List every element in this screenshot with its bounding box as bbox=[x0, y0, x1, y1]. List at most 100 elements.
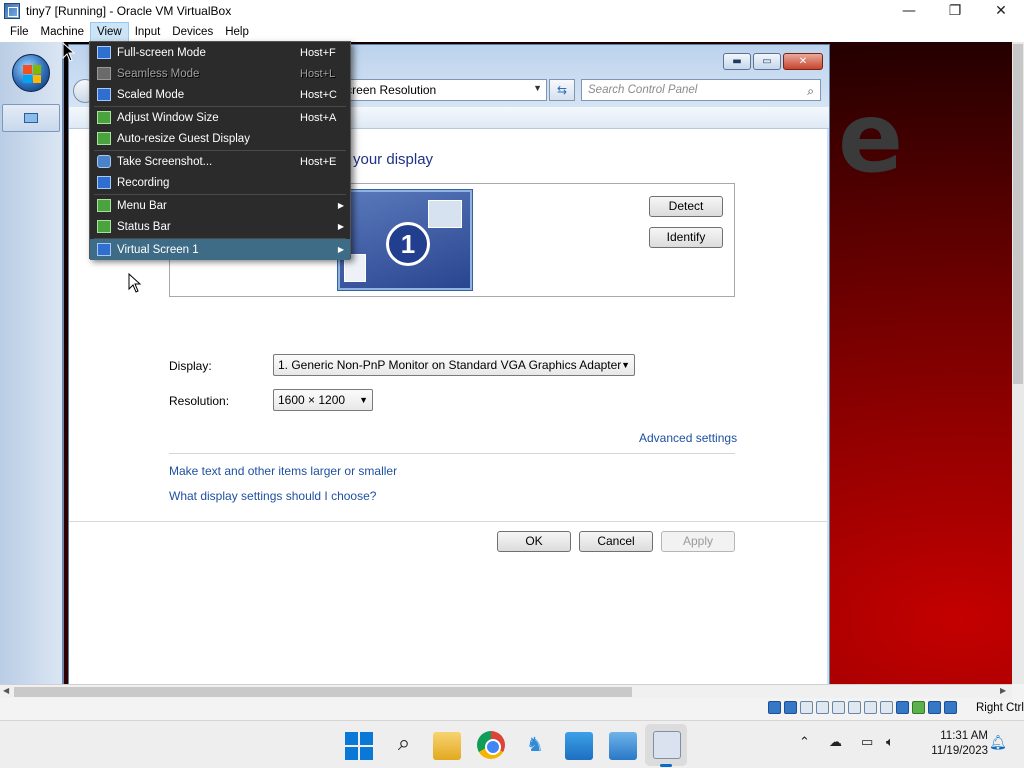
guest-additions-icon[interactable] bbox=[912, 701, 925, 714]
resolution-select[interactable]: 1600 × 1200 ▼ bbox=[273, 389, 373, 411]
audio-icon[interactable] bbox=[800, 701, 813, 714]
refresh-icon[interactable]: ⇆ bbox=[549, 79, 575, 101]
display-help-link[interactable]: What display settings should I choose? bbox=[169, 489, 376, 503]
view-menu-status-bar[interactable]: Status Bar ▶ bbox=[90, 216, 350, 237]
host-menu-bar: File Machine View Input Devices Help bbox=[0, 22, 1024, 42]
apply-button[interactable]: Apply bbox=[661, 531, 735, 552]
search-icon[interactable]: ⌕ bbox=[390, 730, 418, 758]
active-app-indicator bbox=[660, 764, 672, 767]
cpu-icon[interactable] bbox=[896, 701, 909, 714]
tray-overflow-chevron-icon[interactable]: ⌃ bbox=[799, 735, 810, 750]
minimize-button[interactable]: — bbox=[886, 0, 932, 22]
start-button-icon[interactable] bbox=[345, 732, 373, 760]
network-icon[interactable] bbox=[816, 701, 829, 714]
cp-minimize-button[interactable]: ▬ bbox=[723, 53, 751, 70]
guest-taskbar-button[interactable] bbox=[2, 104, 60, 132]
cp-close-button[interactable]: ✕ bbox=[783, 53, 823, 70]
view-menu-screenshot[interactable]: Take Screenshot... Host+E bbox=[90, 151, 350, 172]
breadcrumb-current[interactable]: Screen Resolution bbox=[338, 83, 436, 97]
view-menu-fullscreen[interactable]: Full-screen Mode Host+F bbox=[90, 42, 350, 63]
monitor-1-preview[interactable]: 1 bbox=[337, 189, 473, 291]
virtualbox-taskbar-icon[interactable] bbox=[653, 731, 681, 759]
mouse-integration-icon[interactable] bbox=[928, 701, 941, 714]
display-select[interactable]: 1. Generic Non-PnP Monitor on Standard V… bbox=[273, 354, 635, 376]
maximize-button[interactable]: ❐ bbox=[932, 0, 978, 22]
screen-root: tiny7 [Running] - Oracle VM VirtualBox —… bbox=[0, 0, 1024, 768]
advanced-settings-link[interactable]: Advanced settings bbox=[639, 431, 737, 445]
display-icon[interactable] bbox=[864, 701, 877, 714]
menu-devices[interactable]: Devices bbox=[166, 22, 219, 42]
mouse-pointer-icon bbox=[62, 42, 76, 62]
view-menu-seamless[interactable]: Seamless Mode Host+L bbox=[90, 63, 350, 84]
guest-mouse-pointer-icon bbox=[128, 273, 142, 293]
view-menu-scaled[interactable]: Scaled Mode Host+C bbox=[90, 84, 350, 105]
fullscreen-icon bbox=[97, 46, 111, 59]
speaker-icon[interactable]: 🔈︎ bbox=[886, 735, 894, 750]
view-menu-virtual-screen-1[interactable]: Virtual Screen 1 ▶ bbox=[90, 239, 350, 260]
rabbit-app-icon[interactable]: ♞ bbox=[521, 730, 549, 758]
view-menu-menu-bar[interactable]: Menu Bar ▶ bbox=[90, 195, 350, 216]
display-tray-icon[interactable]: ▭ bbox=[861, 735, 873, 750]
shared-folders-icon[interactable] bbox=[848, 701, 861, 714]
status-bar-icon bbox=[97, 220, 111, 233]
notification-bell-icon[interactable]: 🔔︎ bbox=[989, 735, 1007, 751]
remote-desktop-icon[interactable] bbox=[609, 732, 637, 760]
status-indicators bbox=[768, 701, 957, 714]
clock-time: 11:31 AM bbox=[940, 730, 988, 742]
window-title: tiny7 [Running] - Oracle VM VirtualBox bbox=[26, 4, 232, 18]
recording-icon bbox=[97, 176, 111, 189]
file-explorer-icon[interactable] bbox=[433, 732, 461, 760]
cloud-offline-icon[interactable]: ☁ bbox=[829, 735, 842, 750]
identify-button[interactable]: Identify bbox=[649, 227, 723, 248]
windows-flag-icon bbox=[23, 65, 41, 83]
recording-status-icon[interactable] bbox=[880, 701, 893, 714]
address-dropdown-icon[interactable]: ▼ bbox=[533, 83, 542, 93]
virtual-screen-icon bbox=[97, 243, 111, 256]
optical-drive-icon[interactable] bbox=[784, 701, 797, 714]
view-menu-dropdown: Full-screen Mode Host+F Seamless Mode Ho… bbox=[89, 41, 351, 260]
vertical-scrollbar-thumb[interactable] bbox=[1013, 44, 1023, 384]
horizontal-scrollbar-thumb[interactable] bbox=[14, 687, 632, 697]
cancel-button[interactable]: Cancel bbox=[579, 531, 653, 552]
seamless-icon bbox=[97, 67, 111, 80]
menu-view[interactable]: View bbox=[90, 22, 129, 42]
view-menu-auto-resize[interactable]: Auto-resize Guest Display bbox=[90, 128, 350, 149]
chevron-right-icon: ▶ bbox=[337, 245, 344, 254]
ok-button[interactable]: OK bbox=[497, 531, 571, 552]
vertical-scrollbar[interactable] bbox=[1012, 42, 1024, 684]
resolution-select-value: 1600 × 1200 bbox=[278, 393, 346, 407]
detect-button[interactable]: Detect bbox=[649, 196, 723, 217]
chevron-right-icon: ▶ bbox=[337, 201, 344, 210]
chevron-down-icon: ▼ bbox=[359, 395, 368, 405]
scroll-right-icon[interactable]: ▶ bbox=[1000, 686, 1006, 695]
page-title: your display bbox=[353, 151, 434, 168]
guest-taskbar bbox=[0, 42, 64, 684]
search-icon[interactable]: ⌕ bbox=[807, 81, 814, 101]
clock-date: 11/19/2023 bbox=[931, 745, 988, 757]
search-input[interactable]: Search Control Panel ⌕ bbox=[581, 79, 821, 101]
close-button[interactable]: ✕ bbox=[978, 0, 1024, 22]
cp-maximize-button[interactable]: ▭ bbox=[753, 53, 781, 70]
text-size-link[interactable]: Make text and other items larger or smal… bbox=[169, 464, 397, 478]
menu-help[interactable]: Help bbox=[219, 22, 255, 42]
chrome-icon[interactable] bbox=[477, 731, 505, 759]
menu-file[interactable]: File bbox=[4, 22, 35, 42]
view-menu-adjust-window[interactable]: Adjust Window Size Host+A bbox=[90, 107, 350, 128]
keyboard-capture-icon[interactable] bbox=[944, 701, 957, 714]
view-menu-recording[interactable]: Recording bbox=[90, 172, 350, 193]
taskbar-clock[interactable]: 11:31 AM 11/19/2023 bbox=[912, 729, 988, 759]
window-buttons: ▬ ▭ ✕ bbox=[723, 53, 823, 70]
menu-bar-icon bbox=[97, 199, 111, 212]
microsoft-store-icon[interactable] bbox=[565, 732, 593, 760]
start-orb-icon[interactable] bbox=[12, 54, 50, 92]
chevron-down-icon: ▼ bbox=[621, 360, 630, 370]
usb-icon[interactable] bbox=[832, 701, 845, 714]
resolution-label: Resolution: bbox=[169, 394, 230, 408]
menu-machine[interactable]: Machine bbox=[35, 22, 90, 42]
hard-disk-icon[interactable] bbox=[768, 701, 781, 714]
button-bar-divider bbox=[69, 521, 827, 522]
scroll-left-icon[interactable]: ◀ bbox=[3, 686, 9, 695]
menu-input[interactable]: Input bbox=[129, 22, 167, 42]
vm-status-bar: Right Ctrl bbox=[0, 698, 1024, 720]
horizontal-scrollbar[interactable]: ◀ ▶ bbox=[0, 684, 1012, 698]
